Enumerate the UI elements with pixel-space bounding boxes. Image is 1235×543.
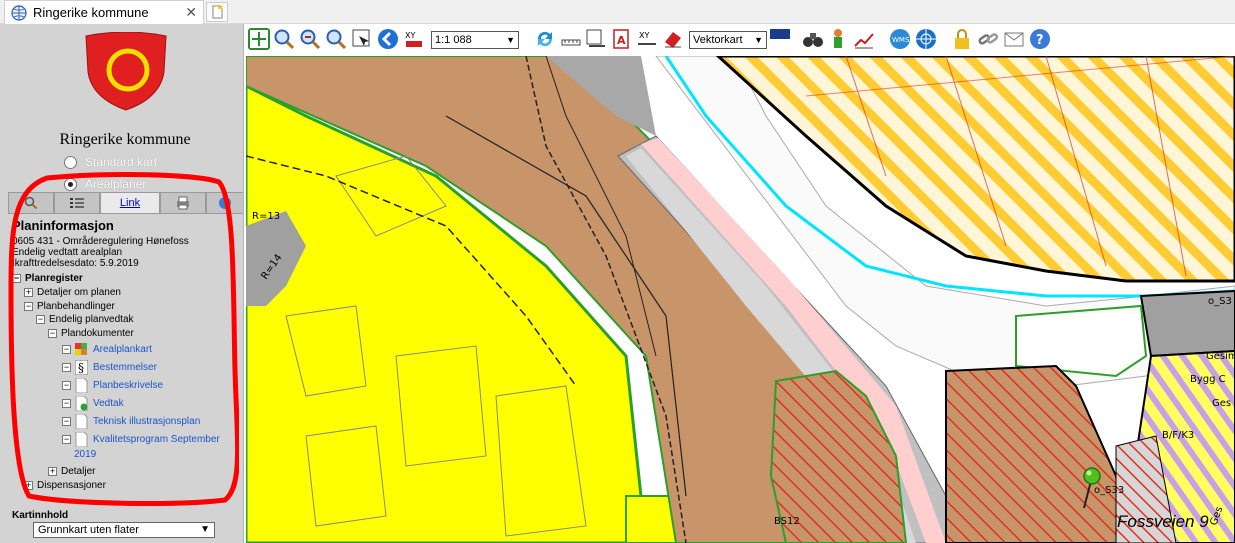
browser-tab-title: Ringerike kommune	[33, 5, 149, 20]
chevron-down-icon: ▼	[754, 35, 763, 45]
browser-tab[interactable]: Ringerike kommune ✕	[4, 0, 204, 24]
zoom-out-icon[interactable]	[299, 28, 321, 50]
zoom-in-icon[interactable]	[273, 28, 295, 50]
annotation-highlight-outline	[8, 172, 239, 506]
info-land-icon[interactable]	[769, 28, 791, 50]
email-icon[interactable]	[1003, 28, 1025, 50]
xy-coordinate-icon[interactable]: XY	[636, 28, 658, 50]
profile-icon[interactable]	[853, 28, 875, 50]
svg-text:XY: XY	[639, 31, 649, 40]
map-green-outline-area	[1015, 304, 1148, 378]
map-label-gesims: Gesims	[1206, 351, 1235, 362]
measure-line-icon[interactable]	[560, 28, 582, 50]
svg-text:XY: XY	[405, 31, 415, 40]
kartinnhold-label: Kartinnhold	[12, 510, 69, 521]
zoom-window-icon[interactable]	[325, 28, 347, 50]
globe-icon	[11, 4, 27, 21]
zoom-extent-icon[interactable]	[248, 28, 270, 50]
measure-area-icon[interactable]	[585, 28, 607, 50]
map-label-ges: Ges	[1212, 398, 1231, 409]
map-type-value: Vektorkart	[693, 34, 743, 46]
browser-tab-bar: Ringerike kommune ✕	[0, 0, 1235, 24]
kartinnhold-select[interactable]: Grunnkart uten flater ▼	[33, 522, 215, 538]
wms-icon[interactable]: WMS	[889, 28, 911, 50]
chevron-down-icon: ▼	[200, 524, 210, 535]
kommune-name: Ringerike kommune	[59, 131, 191, 148]
eraser-icon[interactable]	[662, 28, 684, 50]
back-arrow-icon[interactable]	[377, 28, 399, 50]
map-type-select[interactable]: Vektorkart ▼	[689, 31, 767, 49]
address-label: Fossveien 9	[1117, 512, 1209, 531]
radio-button[interactable]	[64, 155, 77, 169]
coordinate-icon[interactable]: XY	[403, 28, 425, 50]
map-drawing[interactable]: R=13 R=14 o_S3 Gesims Bygg C Ges B/F/K3 …	[246, 56, 1235, 543]
new-tab-button[interactable]	[206, 2, 228, 22]
chevron-down-icon: ▼	[506, 35, 515, 45]
map-canvas[interactable]: R=13 R=14 o_S3 Gesims Bygg C Ges B/F/K3 …	[246, 56, 1235, 543]
globe-tool-icon[interactable]	[915, 28, 937, 50]
map-label-os33: o_S33	[1094, 485, 1124, 496]
radio-standard-kart[interactable]: Standard kart	[64, 155, 157, 169]
coat-of-arms-logo	[85, 32, 167, 111]
close-tab-icon[interactable]: ✕	[185, 4, 197, 21]
svg-text:?: ?	[1036, 33, 1044, 48]
new-tab-icon	[212, 4, 223, 19]
scale-value: 1:1 088	[435, 34, 472, 46]
help-icon[interactable]: ?	[1029, 28, 1051, 50]
map-label-bs12: BS12	[774, 516, 800, 527]
select-icon[interactable]	[351, 28, 373, 50]
lock-icon[interactable]	[951, 28, 973, 50]
link-chain-icon[interactable]	[977, 28, 999, 50]
refresh-icon[interactable]	[534, 28, 556, 50]
map-label-os3: o_S3	[1208, 296, 1232, 307]
kartinnhold-value: Grunnkart uten flater	[38, 524, 139, 536]
map-label-byggc: Bygg C	[1190, 374, 1226, 385]
radio-label: Standard kart	[85, 155, 158, 169]
map-label-bfk3: B/F/K3	[1162, 430, 1194, 441]
binoculars-icon[interactable]	[802, 28, 824, 50]
scale-select[interactable]: 1:1 088 ▼	[431, 31, 519, 49]
svg-text:WMS: WMS	[892, 36, 910, 44]
person-icon[interactable]	[827, 28, 849, 50]
svg-text:A: A	[617, 34, 626, 47]
map-label-r13: R=13	[252, 211, 280, 222]
area-icon[interactable]: A	[610, 28, 632, 50]
